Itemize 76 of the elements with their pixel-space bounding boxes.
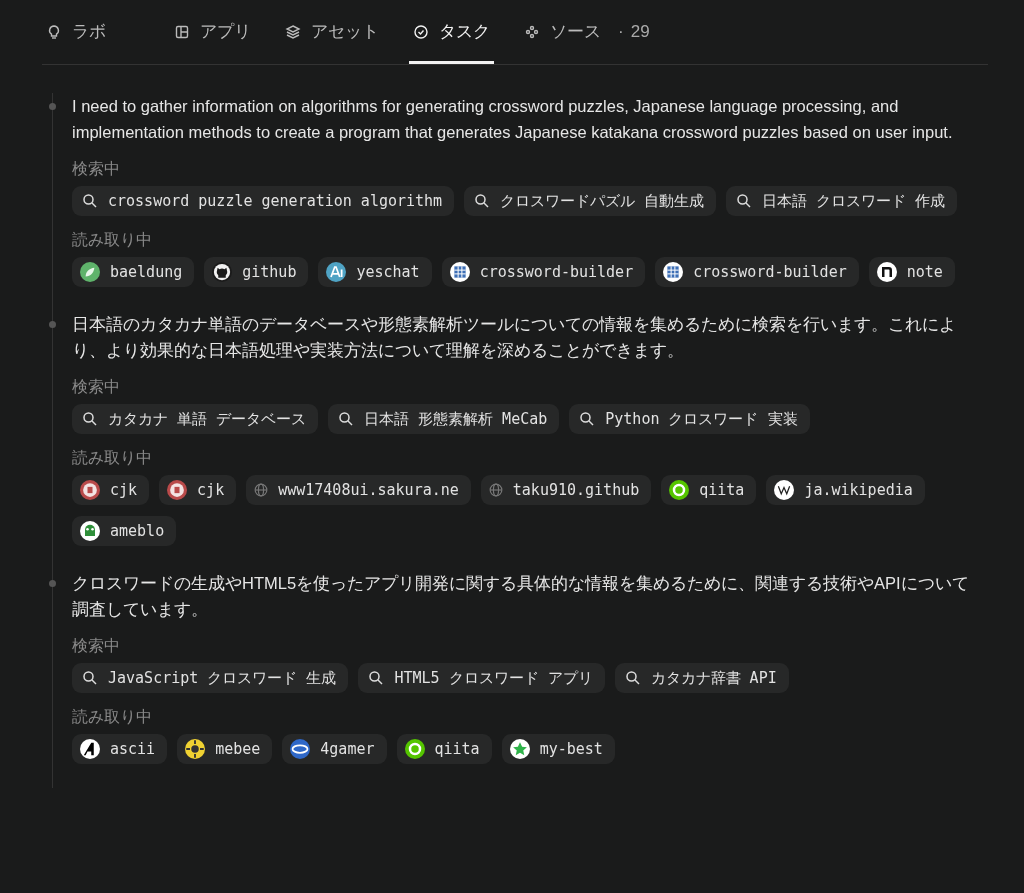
search-icon: [368, 670, 385, 686]
source-chip[interactable]: qiita: [396, 734, 492, 764]
globe-icon: [488, 483, 503, 497]
ring-icon: [404, 739, 425, 759]
search-query-chip[interactable]: Python クロスワード 実装: [569, 404, 810, 434]
search-icon: [338, 411, 355, 427]
grid-icon: [663, 262, 684, 282]
section-label: 読み取り中: [72, 707, 153, 727]
source-chip[interactable]: cjk: [72, 475, 150, 505]
section-label: 検索中: [72, 377, 121, 397]
search-icon: [82, 411, 98, 427]
dots-icon: [524, 23, 540, 40]
source-chip[interactable]: taku910.github: [480, 475, 652, 505]
sun-icon: [185, 739, 206, 759]
search-query-chip[interactable]: カタカナ 単語 データベース: [72, 404, 319, 434]
source-chip[interactable]: crossword-builder: [655, 257, 859, 287]
source-chip[interactable]: 4gamer: [282, 734, 387, 764]
search-icon: [82, 193, 98, 209]
search-query-chip[interactable]: crossword puzzle generation algorithm: [72, 186, 455, 216]
star-icon: [509, 739, 530, 759]
step-description: クロスワードの生成やHTML5を使ったアプリ開発に関する具体的な情報を集めるために、関連する技術やAPIについて調査しています。: [72, 573, 970, 620]
seal-icon: [80, 480, 100, 500]
orb-icon: [290, 739, 311, 759]
layout-icon: [174, 23, 190, 40]
section-label: 読み取り中: [72, 230, 153, 250]
seal-icon: [167, 480, 188, 500]
source-chip[interactable]: ameblo: [72, 516, 177, 546]
search-query-chip[interactable]: カタカナ辞書 API: [614, 663, 789, 693]
wiki-icon: [774, 480, 795, 500]
source-chip[interactable]: mebee: [177, 734, 273, 764]
section-label: 検索中: [72, 159, 121, 179]
check-circle-icon: [413, 23, 429, 40]
timeline-dot: [49, 580, 56, 587]
source-chip[interactable]: crossword-builder: [441, 257, 646, 287]
search-icon: [624, 670, 641, 686]
step-description: I need to gather information on algorithms for generating crossword puzzles, Japanese language processing, and implementation methods to create a program that generates Japanese katakana crossword puzzles based on user input.: [72, 96, 954, 143]
search-icon: [82, 670, 98, 686]
tab[interactable]: アプリ: [170, 0, 255, 64]
tab[interactable]: ソース · 29: [520, 0, 654, 64]
source-chip[interactable]: my-best: [501, 734, 615, 764]
search-icon: [474, 193, 491, 209]
grid-icon: [449, 262, 470, 282]
timeline-dot: [49, 103, 56, 110]
section-label: 検索中: [72, 636, 121, 656]
source-chip[interactable]: yeschat: [318, 257, 432, 287]
wedge-icon: [80, 739, 100, 759]
globe-icon: [254, 483, 269, 497]
layers-icon: [285, 23, 301, 40]
source-chip[interactable]: qiita: [661, 475, 757, 505]
timeline-dot: [49, 321, 56, 328]
tab[interactable]: ラボ: [42, 0, 110, 64]
source-chip[interactable]: ascii: [72, 734, 168, 764]
lightbulb-icon: [46, 23, 62, 40]
step-description: 日本語のカタカナ単語のデータベースや形態素解析ツールについての情報を集めるために検索を行います。これにより、より効果的な日本語処理や実装方法について理解を深めることができます。: [72, 314, 957, 361]
source-chip[interactable]: ja.wikipedia: [766, 475, 925, 505]
search-query-chip[interactable]: クロスワードパズル 自動生成: [464, 186, 717, 216]
section-label: 読み取り中: [72, 448, 153, 468]
sparkle-icon: [326, 262, 347, 282]
source-chip[interactable]: cjk: [159, 475, 237, 505]
source-chip[interactable]: www17408ui.sakura.ne: [246, 475, 471, 505]
tab[interactable]: タスク: [409, 0, 494, 64]
search-icon: [579, 411, 596, 427]
search-query-chip[interactable]: JavaScript クロスワード 生成: [72, 663, 349, 693]
source-chip[interactable]: note: [868, 257, 955, 287]
source-chip[interactable]: github: [204, 257, 309, 287]
search-query-chip[interactable]: HTML5 クロスワード アプリ: [358, 663, 605, 693]
search-icon: [736, 193, 753, 209]
tab[interactable]: アセット: [281, 0, 383, 64]
arch-icon: [876, 262, 897, 282]
search-query-chip[interactable]: 日本語 クロスワード 作成: [726, 186, 958, 216]
ring-icon: [669, 480, 690, 500]
frog-icon: [80, 521, 100, 541]
search-query-chip[interactable]: 日本語 形態素解析 MeCab: [328, 404, 560, 434]
leaf-icon: [80, 262, 100, 282]
source-chip[interactable]: baeldung: [72, 257, 195, 287]
cat-icon: [212, 262, 233, 282]
